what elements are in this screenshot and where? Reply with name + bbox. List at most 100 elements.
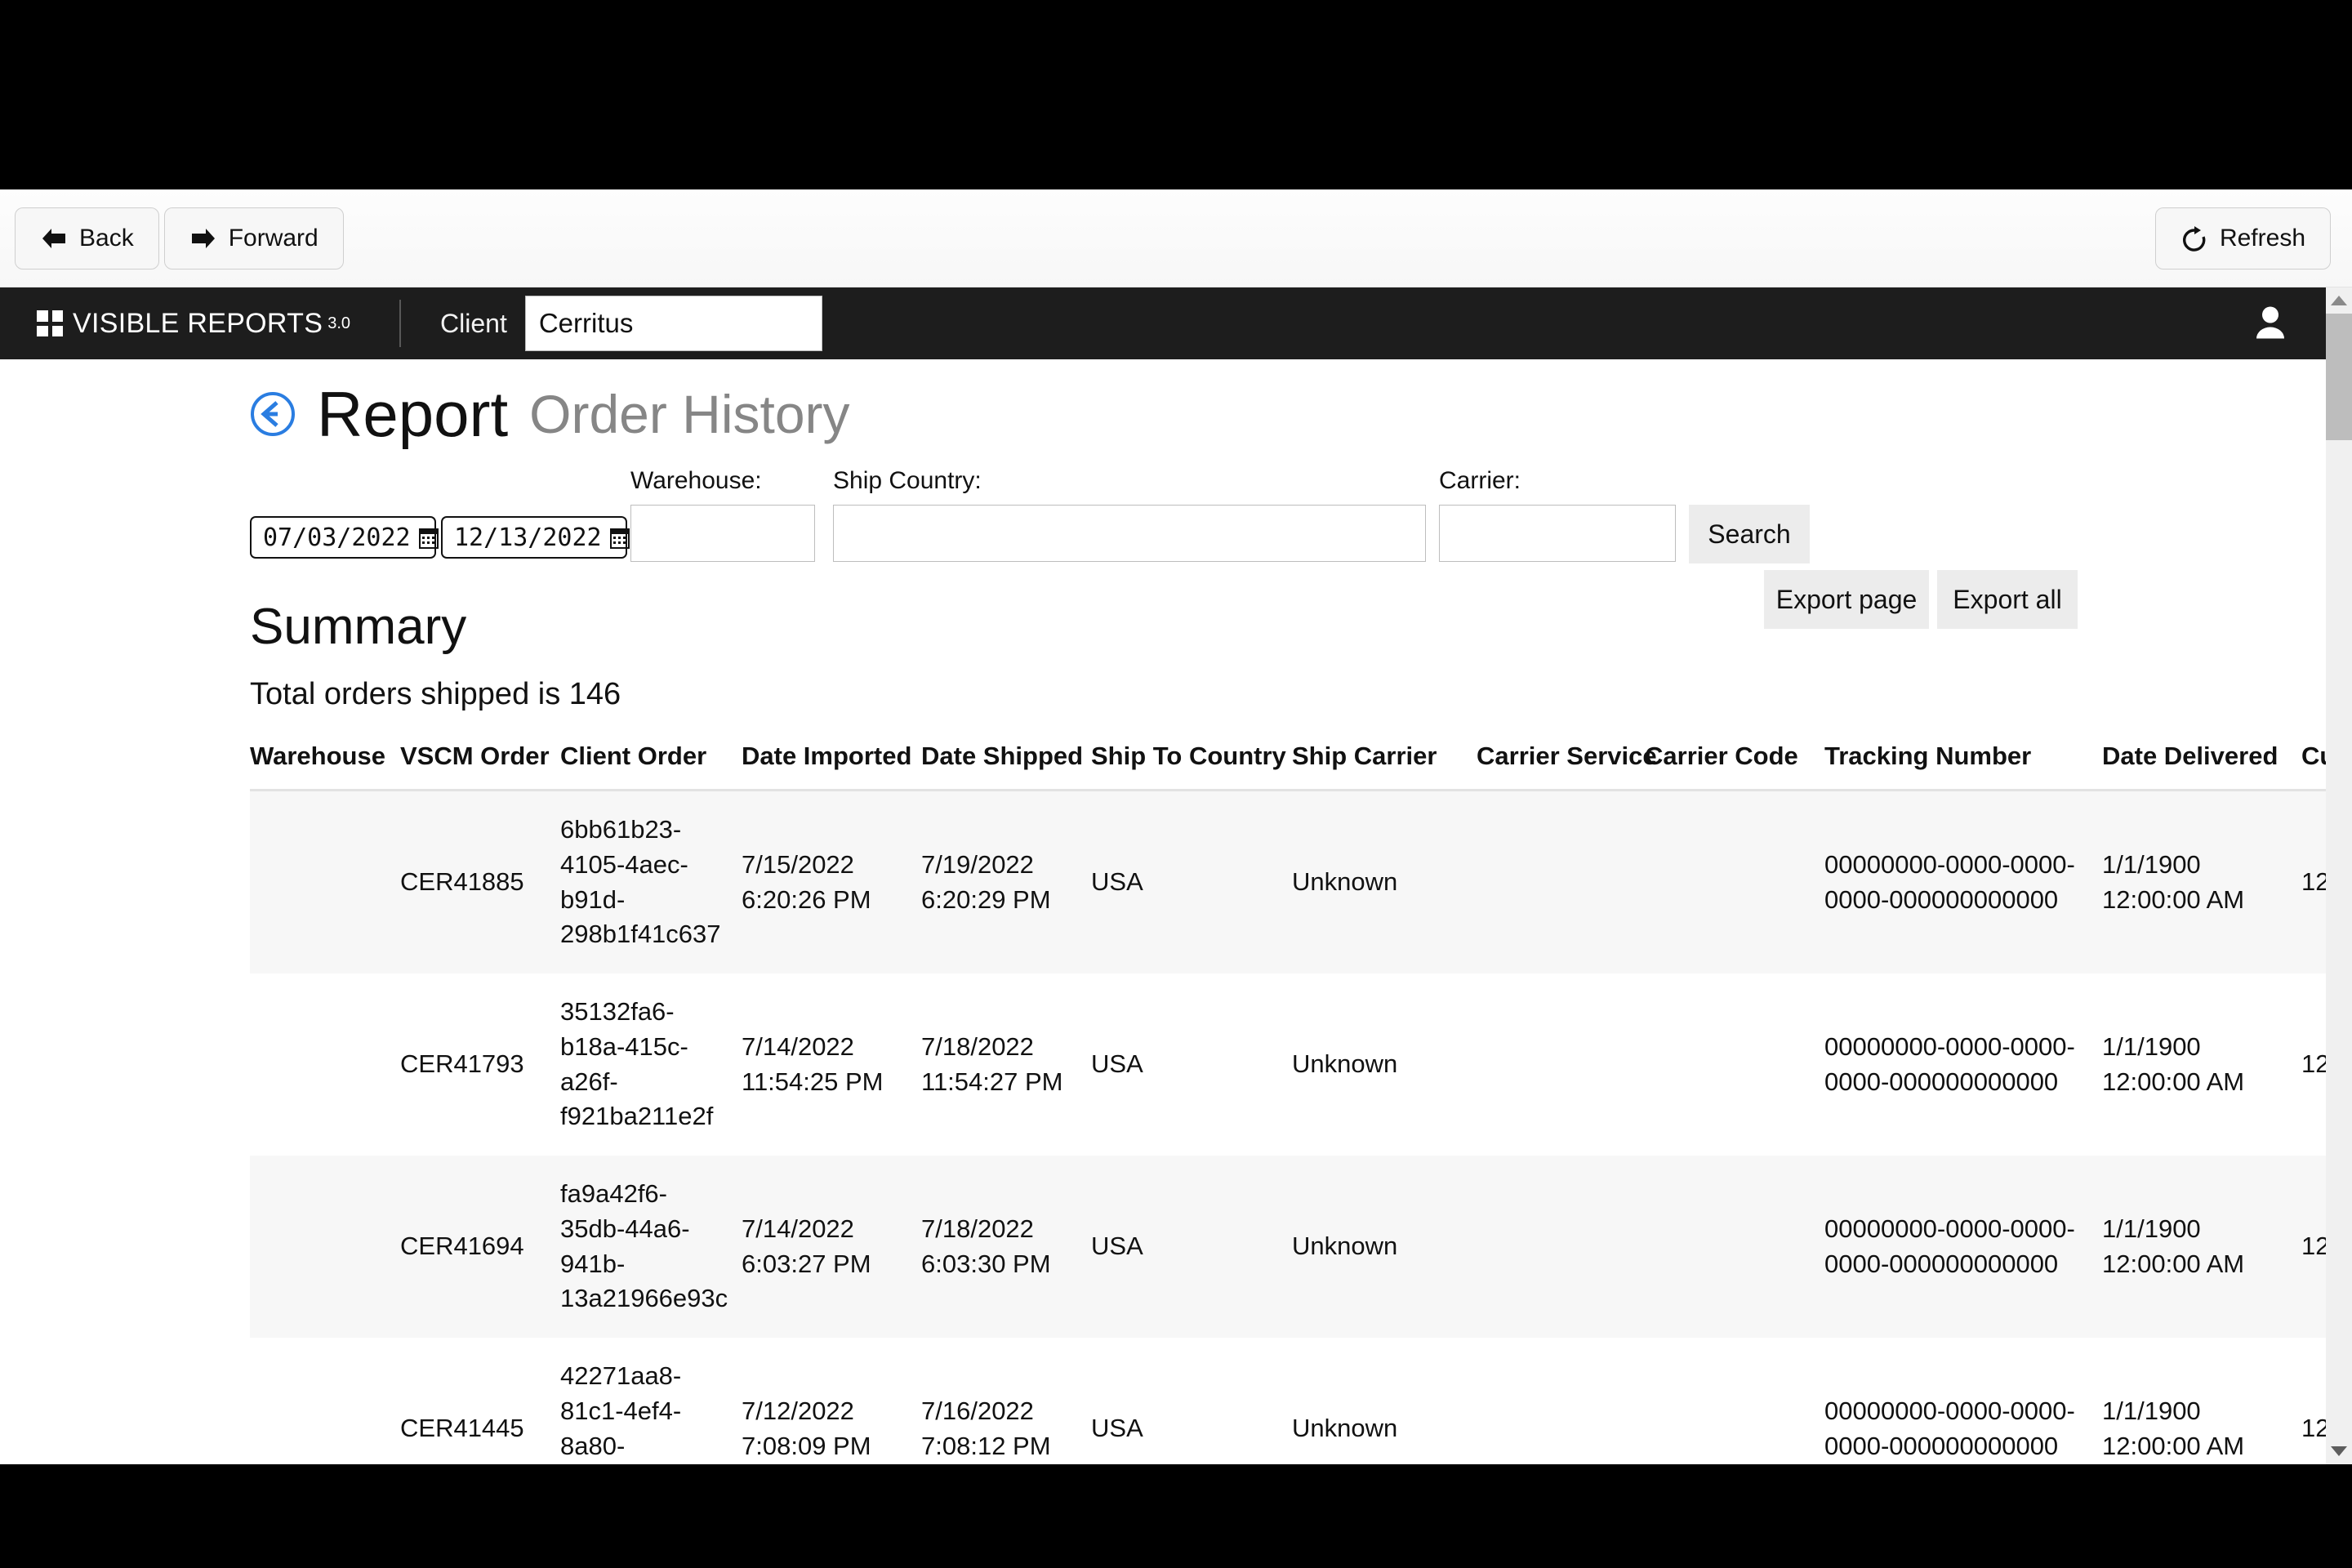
column-header-warehouse[interactable]: Warehouse xyxy=(250,742,400,791)
cell-carrier-code xyxy=(1645,1156,1824,1338)
column-header-client-order[interactable]: Client Order xyxy=(560,742,742,791)
export-page-button[interactable]: Export page xyxy=(1764,570,1929,629)
table-body: CER41885 6bb61b23-4105-4aec-b91d-298b1f4… xyxy=(250,790,2326,1464)
refresh-button-label: Refresh xyxy=(2219,225,2305,252)
cell-tracking-number: 00000000-0000-0000-0000-000000000000 xyxy=(1824,849,2075,914)
carrier-input[interactable] xyxy=(1439,505,1676,562)
column-header-carrier-service[interactable]: Carrier Service xyxy=(1477,742,1657,791)
date-from-value: 07/03/2022 xyxy=(263,523,411,552)
user-icon[interactable] xyxy=(2254,305,2287,343)
cell-client-order: 35132fa6-b18a-415c-a26f-f921ba211e2f xyxy=(560,997,714,1131)
vertical-scrollbar[interactable] xyxy=(2326,287,2352,1464)
cell-warehouse xyxy=(250,1156,400,1338)
cell-carrier-code xyxy=(1645,791,1824,974)
screen-root: Back Forward Refresh VISIBLE REPORTS 3.0… xyxy=(0,0,2352,1568)
carrier-label: Carrier: xyxy=(1439,467,1521,494)
ship-country-input[interactable] xyxy=(833,505,1426,562)
scrollbar-thumb[interactable] xyxy=(2326,314,2352,440)
page-subtitle: Order History xyxy=(529,384,850,444)
cell-date-delivered: 1/1/1900 12:00:00 AM xyxy=(2102,1031,2245,1096)
warehouse-input[interactable] xyxy=(630,505,815,562)
column-header-ship-carrier[interactable]: Ship Carrier xyxy=(1292,742,1477,791)
cell-ship-carrier: Unknown xyxy=(1292,1232,1398,1261)
cell-date-shipped: 7/18/2022 6:03:30 PM xyxy=(921,1214,1051,1278)
cell-ship-carrier: Unknown xyxy=(1292,867,1398,897)
cell-truncated: 12 UT xyxy=(2301,867,2326,897)
cell-ship-to-country: USA xyxy=(1091,1232,1143,1261)
column-header-date-delivered[interactable]: Date Delivered xyxy=(2102,742,2301,791)
scroll-down-arrow-icon[interactable] xyxy=(2326,1438,2352,1464)
cell-carrier-service xyxy=(1477,1338,1645,1464)
client-label: Client xyxy=(440,308,507,338)
cell-truncated: 12 UT xyxy=(2301,1414,2326,1443)
scroll-up-arrow-icon[interactable] xyxy=(2326,287,2352,314)
cell-ship-to-country: USA xyxy=(1091,1414,1143,1443)
export-all-button[interactable]: Export all xyxy=(1937,570,2078,629)
column-header-ship-to-country[interactable]: Ship To Country xyxy=(1091,742,1292,791)
page-title: Report xyxy=(317,378,509,450)
table-row[interactable]: CER41885 6bb61b23-4105-4aec-b91d-298b1f4… xyxy=(250,790,2326,974)
cell-client-order: 42271aa8-81c1-4ef4-8a80-41bf5dda013c xyxy=(560,1361,682,1460)
filter-bar: 07/03/2022 12/13/2022 Warehouse: Ship Co… xyxy=(0,467,2326,629)
nav-refresh-group: Refresh xyxy=(2154,207,2331,270)
column-header-truncated[interactable]: Cu xyxy=(2301,742,2326,791)
brand-logo: VISIBLE REPORTS 3.0 xyxy=(0,308,350,340)
cell-ship-carrier: Unknown xyxy=(1292,1049,1398,1079)
cell-client-order: fa9a42f6-35db-44a6-941b-13a21966e93c xyxy=(560,1179,728,1313)
cell-ship-to-country: USA xyxy=(1091,1049,1143,1079)
cell-truncated: 12 UT xyxy=(2301,1049,2326,1079)
order-history-table: Warehouse VSCM Order Client Order Date I… xyxy=(250,742,2326,1464)
refresh-button[interactable]: Refresh xyxy=(2154,207,2331,270)
brand-name: VISIBLE REPORTS xyxy=(73,307,323,339)
report-page: Report Order History 07/03/2022 12/13/20… xyxy=(0,359,2326,1464)
cell-date-delivered: 1/1/1900 12:00:00 AM xyxy=(2102,849,2245,914)
column-header-tracking-number[interactable]: Tracking Number xyxy=(1824,742,2102,791)
back-circle-arrow-icon[interactable] xyxy=(250,391,296,437)
cell-date-imported: 7/14/2022 6:03:27 PM xyxy=(742,1214,871,1278)
table-row[interactable]: CER41793 35132fa6-b18a-415c-a26f-f921ba2… xyxy=(250,973,2326,1156)
letterbox-bottom xyxy=(0,1464,2352,1568)
cell-client-order: 6bb61b23-4105-4aec-b91d-298b1f41c637 xyxy=(560,815,721,949)
table-row[interactable]: CER41445 42271aa8-81c1-4ef4-8a80-41bf5dd… xyxy=(250,1338,2326,1464)
column-header-date-shipped[interactable]: Date Shipped xyxy=(921,742,1091,791)
refresh-icon xyxy=(2180,226,2208,252)
date-from-input[interactable]: 07/03/2022 xyxy=(250,516,439,559)
cell-carrier-service xyxy=(1477,973,1645,1156)
column-header-carrier-code[interactable]: Carrier Code xyxy=(1645,742,1824,791)
column-header-vscm-order[interactable]: VSCM Order xyxy=(400,742,560,791)
cell-date-shipped: 7/16/2022 7:08:12 PM xyxy=(921,1396,1051,1460)
cell-carrier-code xyxy=(1645,973,1824,1156)
cell-ship-to-country: USA xyxy=(1091,867,1143,897)
column-header-date-imported[interactable]: Date Imported xyxy=(742,742,921,791)
header-divider xyxy=(399,300,402,347)
nav-history-group: Back Forward xyxy=(15,207,344,270)
table-head: Warehouse VSCM Order Client Order Date I… xyxy=(250,742,2326,791)
cell-date-shipped: 7/19/2022 6:20:29 PM xyxy=(921,849,1051,914)
cell-carrier-service xyxy=(1477,791,1645,974)
summary-total-line: Total orders shipped is 146 xyxy=(250,677,621,711)
cell-date-shipped: 7/18/2022 11:54:27 PM xyxy=(921,1031,1063,1096)
calendar-icon[interactable] xyxy=(609,527,630,549)
report-header: Report Order History xyxy=(0,359,2326,446)
back-button[interactable]: Back xyxy=(15,207,159,270)
ship-country-label: Ship Country: xyxy=(833,467,982,494)
cell-truncated: 12 UT xyxy=(2301,1232,2326,1261)
cell-carrier-code xyxy=(1645,1338,1824,1464)
cell-date-imported: 7/12/2022 7:08:09 PM xyxy=(742,1396,871,1460)
cell-vscm-order: CER41445 xyxy=(400,1414,524,1443)
table-header-row: Warehouse VSCM Order Client Order Date I… xyxy=(250,742,2326,791)
warehouse-label: Warehouse: xyxy=(630,467,762,494)
search-button[interactable]: Search xyxy=(1689,505,1810,564)
cell-date-delivered: 1/1/1900 12:00:00 AM xyxy=(2102,1396,2245,1460)
calendar-icon[interactable] xyxy=(418,527,439,549)
table-row[interactable]: CER41694 fa9a42f6-35db-44a6-941b-13a2196… xyxy=(250,1156,2326,1339)
letterbox-top xyxy=(0,0,2352,189)
cell-tracking-number: 00000000-0000-0000-0000-000000000000 xyxy=(1824,1396,2075,1460)
cell-vscm-order: CER41885 xyxy=(400,867,524,897)
cell-tracking-number: 00000000-0000-0000-0000-000000000000 xyxy=(1824,1214,2075,1278)
forward-button[interactable]: Forward xyxy=(163,207,344,270)
client-input[interactable] xyxy=(524,296,822,351)
cell-date-delivered: 1/1/1900 12:00:00 AM xyxy=(2102,1214,2245,1278)
date-to-input[interactable]: 12/13/2022 xyxy=(441,516,630,559)
grid-logo-icon xyxy=(37,310,63,336)
